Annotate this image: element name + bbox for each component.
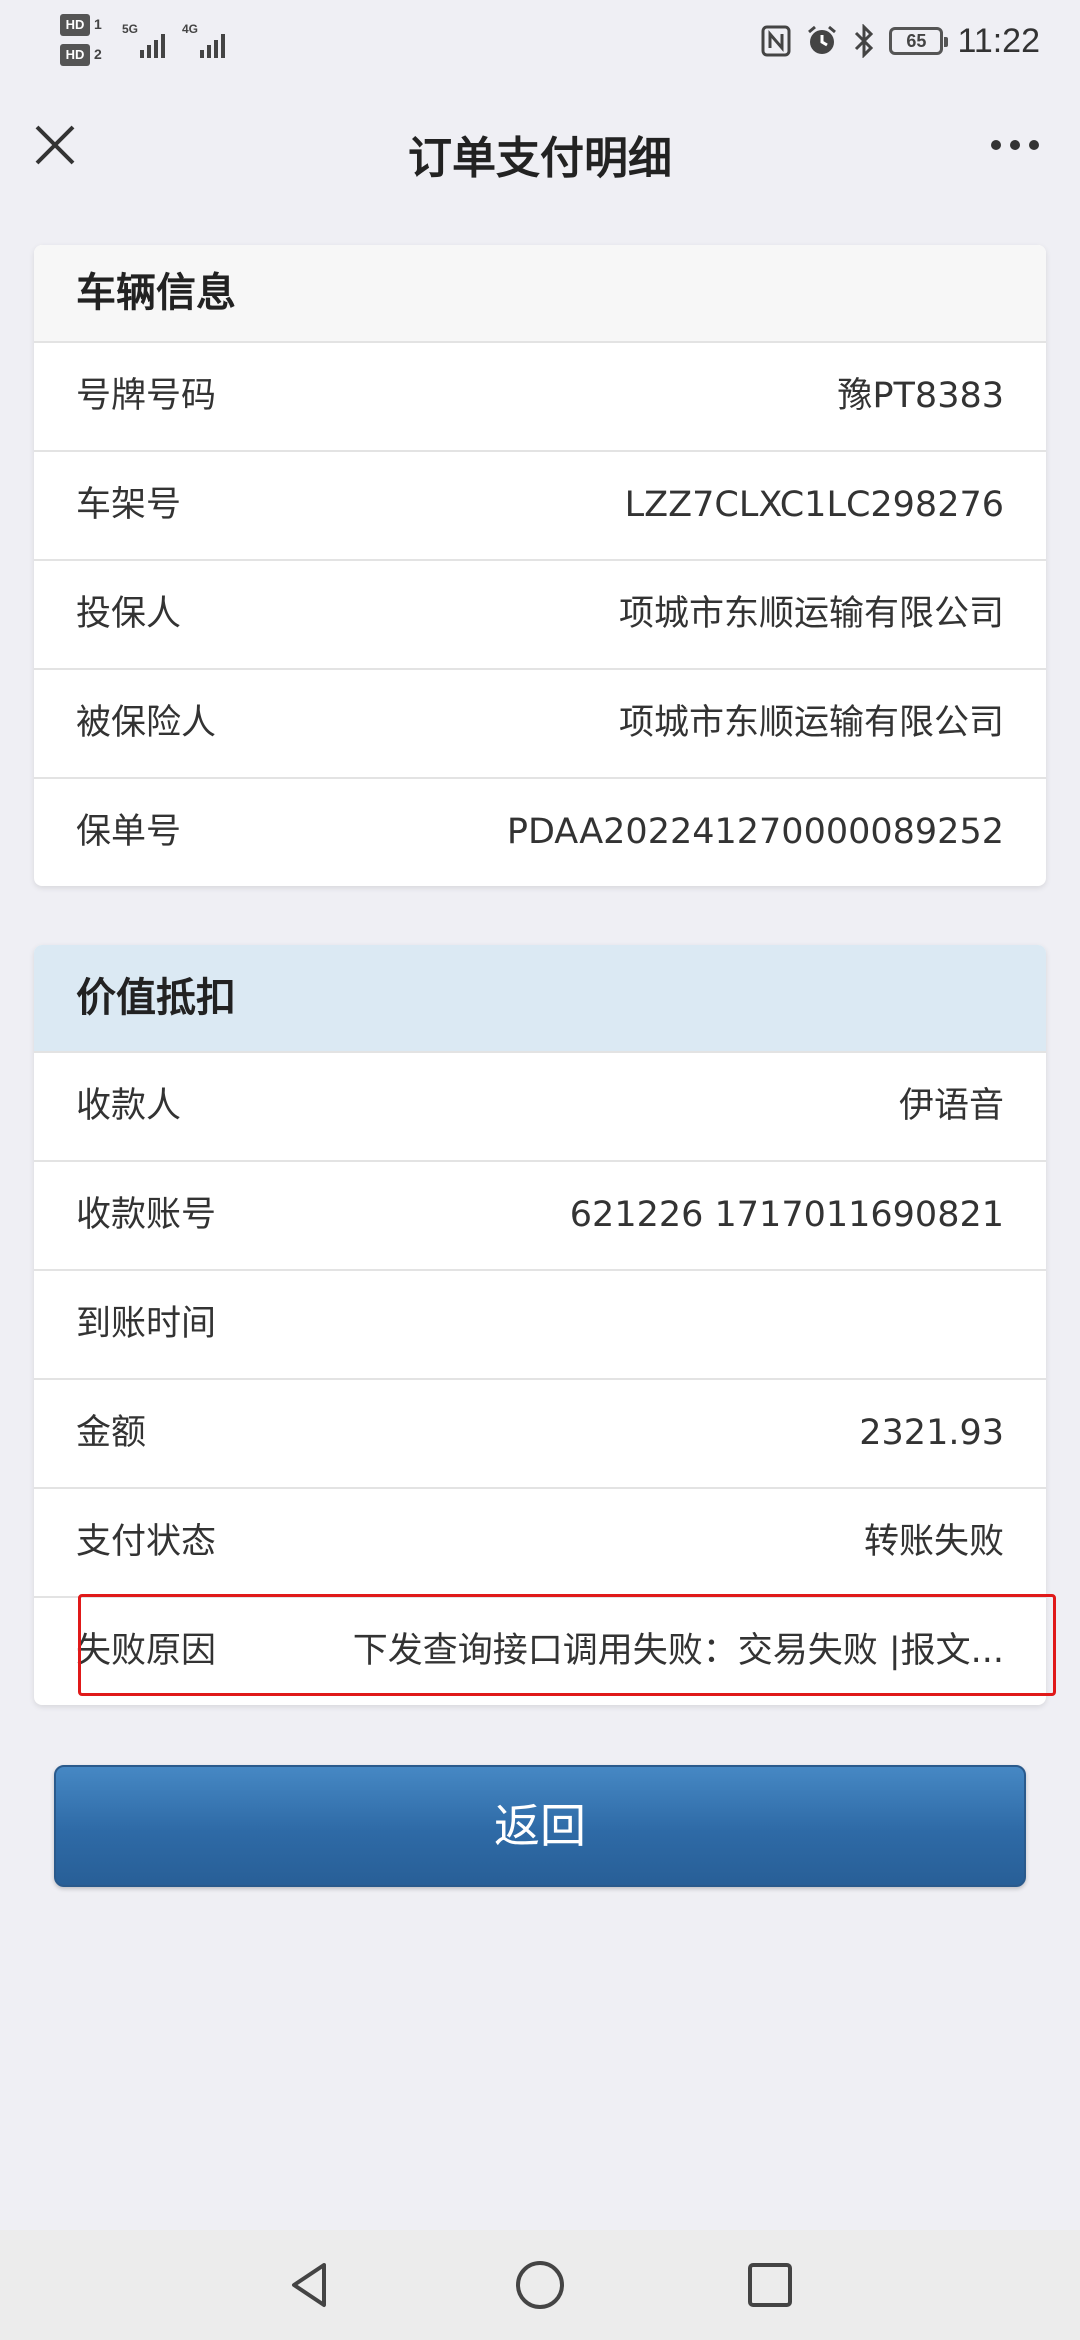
home-nav-icon[interactable] [510, 2255, 570, 2315]
payment-status-row: 支付状态 转账失败 [34, 1487, 1046, 1596]
policy-number-row: 保单号 PDAA202241270000089252 [34, 777, 1046, 886]
row-value: 621226 1717011690821 [569, 1195, 1004, 1235]
vehicle-info-card: 车辆信息 号牌号码 豫PT8383 车架号 LZZ7CLXC1LC298276 … [34, 245, 1046, 886]
status-time: 11:22 [957, 21, 1040, 60]
battery-indicator: 65 [889, 27, 949, 55]
sim2-hd-badge: HD [60, 44, 90, 66]
insured-row: 被保险人 项城市东顺运输有限公司 [34, 668, 1046, 777]
row-label: 号牌号码 [76, 376, 217, 416]
row-value: 项城市东顺运输有限公司 [618, 703, 1004, 743]
account-number-row: 收款账号 621226 1717011690821 [34, 1160, 1046, 1269]
back-button[interactable]: 返回 [54, 1765, 1026, 1887]
failure-reason-highlight [78, 1594, 1056, 1696]
vin-row: 车架号 LZZ7CLXC1LC298276 [34, 450, 1046, 559]
row-label: 支付状态 [76, 1522, 217, 1562]
bluetooth-icon [855, 24, 874, 58]
row-label: 保单号 [76, 812, 182, 852]
sim1-number: 1 [94, 16, 102, 32]
network-type-2: 4G [182, 22, 199, 36]
value-deduction-title: 价值抵扣 [34, 945, 1046, 1051]
vehicle-info-title: 车辆信息 [34, 245, 1046, 341]
arrival-time-row: 到账时间 [34, 1269, 1046, 1378]
more-icon-dot [1010, 140, 1020, 150]
row-value: 2321.93 [859, 1413, 1004, 1453]
row-label: 到账时间 [76, 1304, 217, 1344]
plate-number-row: 号牌号码 豫PT8383 [34, 341, 1046, 450]
app-header: 订单支付明细 [0, 80, 1080, 210]
amount-row: 金额 2321.93 [34, 1378, 1046, 1487]
page-title: 订单支付明细 [408, 133, 672, 184]
more-icon-dot [991, 140, 1001, 150]
row-value: 伊语音 [898, 1086, 1004, 1126]
row-value: LZZ7CLXC1LC298276 [624, 485, 1004, 525]
row-label: 投保人 [76, 594, 182, 634]
alarm-icon [808, 25, 837, 54]
nfc-icon [761, 25, 791, 57]
row-label: 被保险人 [76, 703, 217, 743]
value-deduction-card: 价值抵扣 收款人 伊语音 收款账号 621226 1717011690821 到… [34, 945, 1046, 1705]
row-label: 收款账号 [76, 1195, 217, 1235]
row-value: 转账失败 [863, 1522, 1004, 1562]
more-button[interactable] [980, 120, 1050, 170]
signal-1-icon [140, 30, 165, 58]
more-icon-dot [1029, 140, 1039, 150]
sim2-number: 2 [94, 46, 102, 62]
network-type-1: 5G [122, 22, 139, 36]
signal-2-icon [200, 30, 225, 58]
row-label: 金额 [76, 1413, 147, 1453]
row-value: 豫PT8383 [837, 376, 1004, 416]
row-value: 项城市东顺运输有限公司 [618, 594, 1004, 634]
row-label: 车架号 [76, 485, 182, 525]
status-bar: HD 1 HD 2 5G 4G 65 11:22 [0, 0, 1080, 80]
system-nav-bar [0, 2230, 1080, 2340]
payee-row: 收款人 伊语音 [34, 1051, 1046, 1160]
recents-nav-icon[interactable] [740, 2255, 800, 2315]
row-label: 收款人 [76, 1086, 182, 1126]
sim1-hd-badge: HD [60, 14, 90, 36]
system-status: 65 11:22 [761, 16, 1040, 66]
policyholder-row: 投保人 项城市东顺运输有限公司 [34, 559, 1046, 668]
back-nav-icon[interactable] [280, 2255, 340, 2315]
row-value: PDAA202241270000089252 [506, 812, 1004, 852]
network-status: HD 1 HD 2 5G 4G [60, 10, 260, 70]
